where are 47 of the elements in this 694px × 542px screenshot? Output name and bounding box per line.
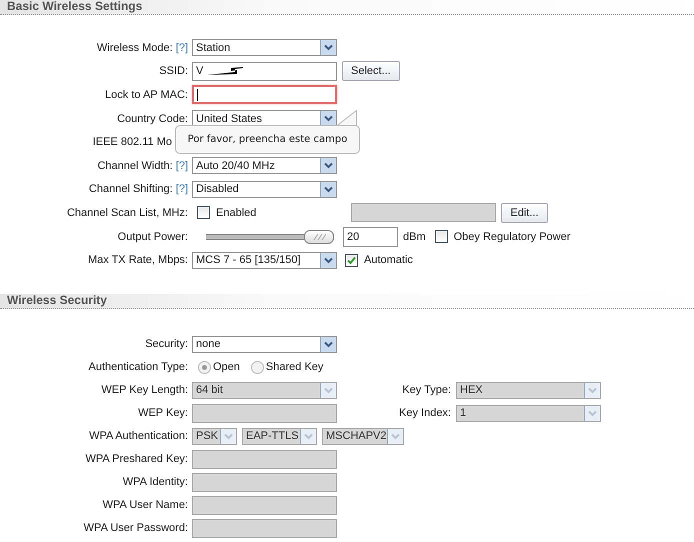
checkbox-label: Enabled xyxy=(216,206,256,219)
dropdown[interactable]: none xyxy=(192,336,337,353)
section-title: Wireless Security xyxy=(7,292,107,307)
field-label: WPA Preshared Key: xyxy=(85,453,188,466)
select-button[interactable]: Select... xyxy=(342,61,400,82)
checkbox[interactable] xyxy=(434,230,448,244)
help-link[interactable]: [?] xyxy=(176,160,188,172)
dropdown[interactable]: Auto 20/40 MHz xyxy=(192,157,337,174)
field-label: WPA User Password: xyxy=(84,522,188,534)
field-label: Country Code: xyxy=(117,112,188,125)
field-label: Channel Scan List, MHz: xyxy=(66,206,188,219)
text-field[interactable] xyxy=(192,85,337,104)
field-label: SSID: xyxy=(159,65,188,78)
field-label: Channel Shifting: xyxy=(88,183,173,196)
field-label: WEP Key Length: xyxy=(101,384,188,396)
edit-button[interactable]: Edit... xyxy=(501,202,548,223)
field-label: Key Type: xyxy=(401,384,451,396)
field-label: Channel Width: xyxy=(97,160,173,172)
field-label: IEEE 802.11 Mo xyxy=(92,136,172,148)
section-title: Basic Wireless Settings xyxy=(7,0,142,13)
field-label: Lock to AP MAC: xyxy=(105,88,188,101)
field-label: Max TX Rate, Mbps: xyxy=(88,254,188,266)
radio-label: Open xyxy=(213,361,240,374)
unit-label: dBm xyxy=(403,230,426,243)
help-link[interactable]: [?] xyxy=(176,42,188,54)
field-label: Output Power: xyxy=(118,230,188,243)
field-label: WEP Key: xyxy=(138,407,188,420)
field-label: Security: xyxy=(145,338,188,350)
field-label: Wireless Mode: xyxy=(96,42,173,54)
dropdown[interactable]: Station xyxy=(192,39,337,56)
field-label: Key Index: xyxy=(398,407,451,420)
field-label: WPA Authentication: xyxy=(89,430,188,442)
field-label: WPA Identity: xyxy=(122,476,188,488)
text-field[interactable]: V xyxy=(192,62,337,81)
text-field[interactable] xyxy=(351,203,496,222)
checkbox-label: Automatic xyxy=(364,254,413,266)
slider-thumb[interactable] xyxy=(304,230,334,244)
dropdown[interactable]: Disabled xyxy=(192,180,337,198)
help-link[interactable]: [?] xyxy=(176,183,188,196)
radio-label: Shared Key xyxy=(266,361,324,374)
checkbox-label: Obey Regulatory Power xyxy=(454,230,570,243)
field-label: WPA User Name: xyxy=(102,499,188,512)
field-label: Authentication Type: xyxy=(88,361,188,374)
checkbox[interactable] xyxy=(345,254,358,267)
dropdown[interactable]: MCS 7 - 65 [135/150] xyxy=(192,252,337,269)
power-field[interactable]: 20 xyxy=(343,226,398,247)
checkbox[interactable] xyxy=(197,206,210,220)
